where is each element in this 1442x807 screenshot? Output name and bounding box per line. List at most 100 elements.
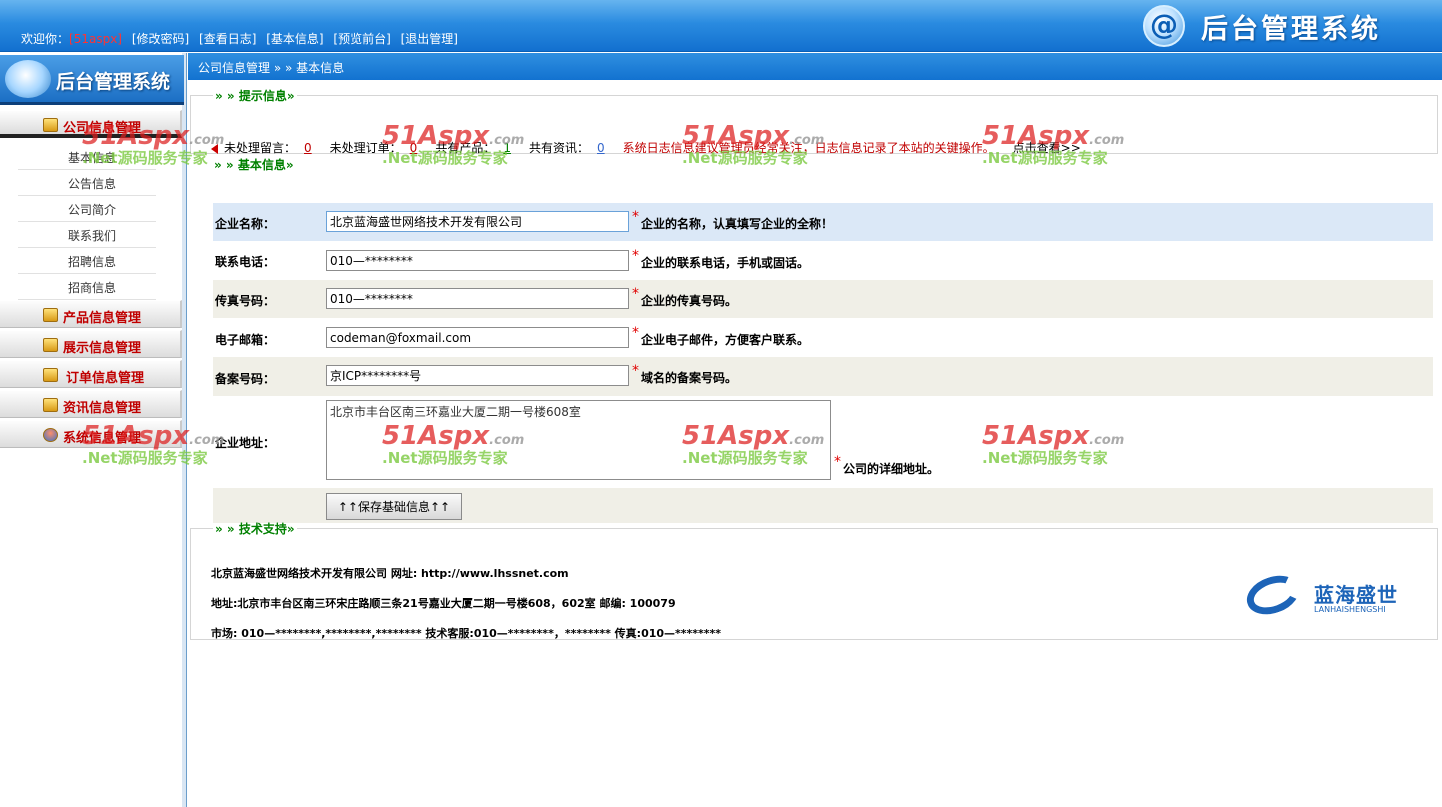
required-mark: * xyxy=(834,454,841,470)
phone-input[interactable] xyxy=(326,250,629,271)
menu-label: 系统信息管理 xyxy=(63,431,142,446)
sidebar-logo-title: 后台管理系统 xyxy=(56,71,171,93)
required-mark: * xyxy=(632,363,639,379)
required-mark: * xyxy=(632,286,639,302)
email-hint: 企业电子邮件，方便客户联系。 xyxy=(641,333,810,347)
sidebar-item-label: 公告信息 xyxy=(68,177,117,191)
sidebar-item-label: 招商信息 xyxy=(68,281,117,295)
form-row-icp: 备案号码： * 域名的备案号码。 xyxy=(213,357,1433,396)
shield-icon xyxy=(43,398,58,412)
support-address-line: 地址:北京市丰台区南三环宋庄路顺三条21号嘉业大厦二期一号楼608，602室 邮… xyxy=(211,597,676,610)
sidebar-item-notice[interactable]: 公告信息 xyxy=(18,170,156,196)
menu-company-info[interactable]: 公司信息管理 xyxy=(0,110,182,138)
unread-orders-label: 未处理订单： xyxy=(329,141,402,155)
lanhaishengshi-logo: 蓝海盛世 LANHAISHENGSHI xyxy=(1241,568,1416,622)
tips-row: 未处理留言： 0 未处理订单： 0 共有产品： 1 共有资讯： 0 系统日志信息建议管理员经常关… xyxy=(211,139,1081,156)
menu-display-info[interactable]: 展示信息管理 xyxy=(0,330,182,358)
required-mark: * xyxy=(632,248,639,264)
welcome-bar: 欢迎你：[51aspx] [修改密码] [查看日志] [基本信息] [预览前台]… xyxy=(21,30,458,47)
tech-support-legend: » » 技术支持» xyxy=(215,522,295,536)
menu-label: 资讯信息管理 xyxy=(63,401,142,416)
sidebar-item-label: 联系我们 xyxy=(68,229,117,243)
products-count[interactable]: 1 xyxy=(503,141,511,155)
icp-input[interactable] xyxy=(326,365,629,386)
menu-label: 产品信息管理 xyxy=(63,311,142,326)
breadcrumb: 公司信息管理 » » 基本信息 xyxy=(198,61,345,75)
news-label: 共有资讯： xyxy=(528,141,589,155)
notepad-icon xyxy=(43,308,58,322)
sidebar-item-investment[interactable]: 招商信息 xyxy=(18,274,156,300)
phone-hint: 企业的联系电话，手机或固话。 xyxy=(641,256,810,270)
icp-label: 备案号码： xyxy=(215,372,276,386)
logout-link[interactable]: [退出管理] xyxy=(401,32,458,46)
basic-info-link[interactable]: [基本信息] xyxy=(266,32,323,46)
sidebar-edge xyxy=(182,53,186,807)
unread-messages-count[interactable]: 0 xyxy=(304,141,312,155)
view-log-link[interactable]: [查看日志] xyxy=(199,32,256,46)
menu-label: 公司信息管理 xyxy=(63,121,142,136)
form-row-company-name: 企业名称： * 企业的名称，认真填写企业的全称！ xyxy=(213,203,1433,241)
fax-input[interactable] xyxy=(326,288,629,309)
sidebar-item-label: 招聘信息 xyxy=(68,255,117,269)
address-label: 企业地址： xyxy=(215,436,276,450)
company-name-input[interactable] xyxy=(326,211,629,232)
menu-label: 订单信息管理 xyxy=(66,371,145,386)
required-mark: * xyxy=(632,209,639,225)
form-row-email: 电子邮箱： * 企业电子邮件，方便客户联系。 xyxy=(213,318,1433,357)
username: [51aspx] xyxy=(69,32,122,46)
save-basic-info-button[interactable]: ↑↑保存基础信息↑↑ xyxy=(326,493,462,520)
top-header: 欢迎你：[51aspx] [修改密码] [查看日志] [基本信息] [预览前台]… xyxy=(0,0,1442,52)
support-contact-line: 市场: 010—********,********,******** 技术客服:… xyxy=(211,627,722,640)
swirl-logo-icon xyxy=(1241,568,1305,622)
breadcrumb-bar: 公司信息管理 » » 基本信息 xyxy=(188,53,1442,80)
sidebar: 后台管理系统 公司信息管理 基本信息 公告信息 公司简介 联系我们 招聘信息 招… xyxy=(0,53,187,807)
sidebar-item-profile[interactable]: 公司简介 xyxy=(18,196,156,222)
logo-en: LANHAISHENGSHI xyxy=(1314,605,1386,614)
phone-label: 联系电话： xyxy=(215,255,276,269)
user-icon xyxy=(43,428,58,442)
sidebar-item-label: 公司简介 xyxy=(68,203,117,217)
company-name-label: 企业名称： xyxy=(215,217,276,231)
icp-hint: 域名的备案号码。 xyxy=(641,371,738,385)
speaker-icon xyxy=(211,143,218,154)
box-icon xyxy=(43,338,58,352)
email-label: 电子邮箱： xyxy=(215,333,276,347)
view-log-link[interactable]: 点击查看>> xyxy=(1013,141,1081,155)
address-textarea[interactable]: 北京市丰台区南三环嘉业大厦二期一号楼608室 xyxy=(326,400,831,480)
address-hint: 公司的详细地址。 xyxy=(843,462,940,476)
sidebar-item-contact[interactable]: 联系我们 xyxy=(18,222,156,248)
tips-legend: » » 提示信息» xyxy=(215,89,295,103)
sidebar-item-basic-info[interactable]: 基本信息 xyxy=(18,144,156,170)
preview-frontend-link[interactable]: [预览前台] xyxy=(333,32,390,46)
sidebar-item-label: 基本信息 xyxy=(68,151,117,165)
globe-logo-icon xyxy=(5,60,51,98)
menu-news-info[interactable]: 资讯信息管理 xyxy=(0,390,182,418)
fax-hint: 企业的传真号码。 xyxy=(641,294,738,308)
brand-title: 后台管理系统 xyxy=(1201,14,1381,45)
basic-info-legend: » » 基本信息» xyxy=(214,158,294,172)
menu-label: 展示信息管理 xyxy=(63,341,142,356)
computer-icon xyxy=(43,118,58,132)
sidebar-item-jobs[interactable]: 招聘信息 xyxy=(18,248,156,274)
form-row-save: ↑↑保存基础信息↑↑ xyxy=(213,488,1433,523)
change-password-link[interactable]: [修改密码] xyxy=(132,32,189,46)
menu-order-info[interactable]: 订单信息管理 xyxy=(0,360,182,388)
menu-system-info[interactable]: 系统信息管理 xyxy=(0,420,182,448)
welcome-label: 欢迎你： xyxy=(21,32,70,46)
news-count[interactable]: 0 xyxy=(597,141,605,155)
at-logo-icon: @ xyxy=(1143,5,1185,47)
tips-panel: » » 提示信息» 未处理留言： 0 未处理订单： 0 共有产品： 1 共有资讯： 0 系统日志… xyxy=(190,87,1438,156)
edit-icon xyxy=(43,368,58,382)
products-label: 共有产品： xyxy=(435,141,496,155)
logo-cn: 蓝海盛世 xyxy=(1314,583,1398,607)
email-input[interactable] xyxy=(326,327,629,348)
log-warning: 系统日志信息建议管理员经常关注，日志信息记录了本站的关键操作。 xyxy=(622,141,995,155)
form-row-address: 企业地址： 北京市丰台区南三环嘉业大厦二期一号楼608室 * 公司的详细地址。 xyxy=(213,396,1433,488)
basic-info-panel: » » 基本信息» 企业名称： * 企业的名称，认真填写企业的全称！ 联系电话：… xyxy=(190,156,1438,523)
menu-product-info[interactable]: 产品信息管理 xyxy=(0,300,182,328)
required-mark: * xyxy=(632,325,639,341)
fax-label: 传真号码： xyxy=(215,294,276,308)
brand-logo: @ 后台管理系统 xyxy=(1143,3,1433,47)
unread-orders-count[interactable]: 0 xyxy=(410,141,418,155)
form-row-phone: 联系电话： * 企业的联系电话，手机或固话。 xyxy=(213,241,1433,279)
